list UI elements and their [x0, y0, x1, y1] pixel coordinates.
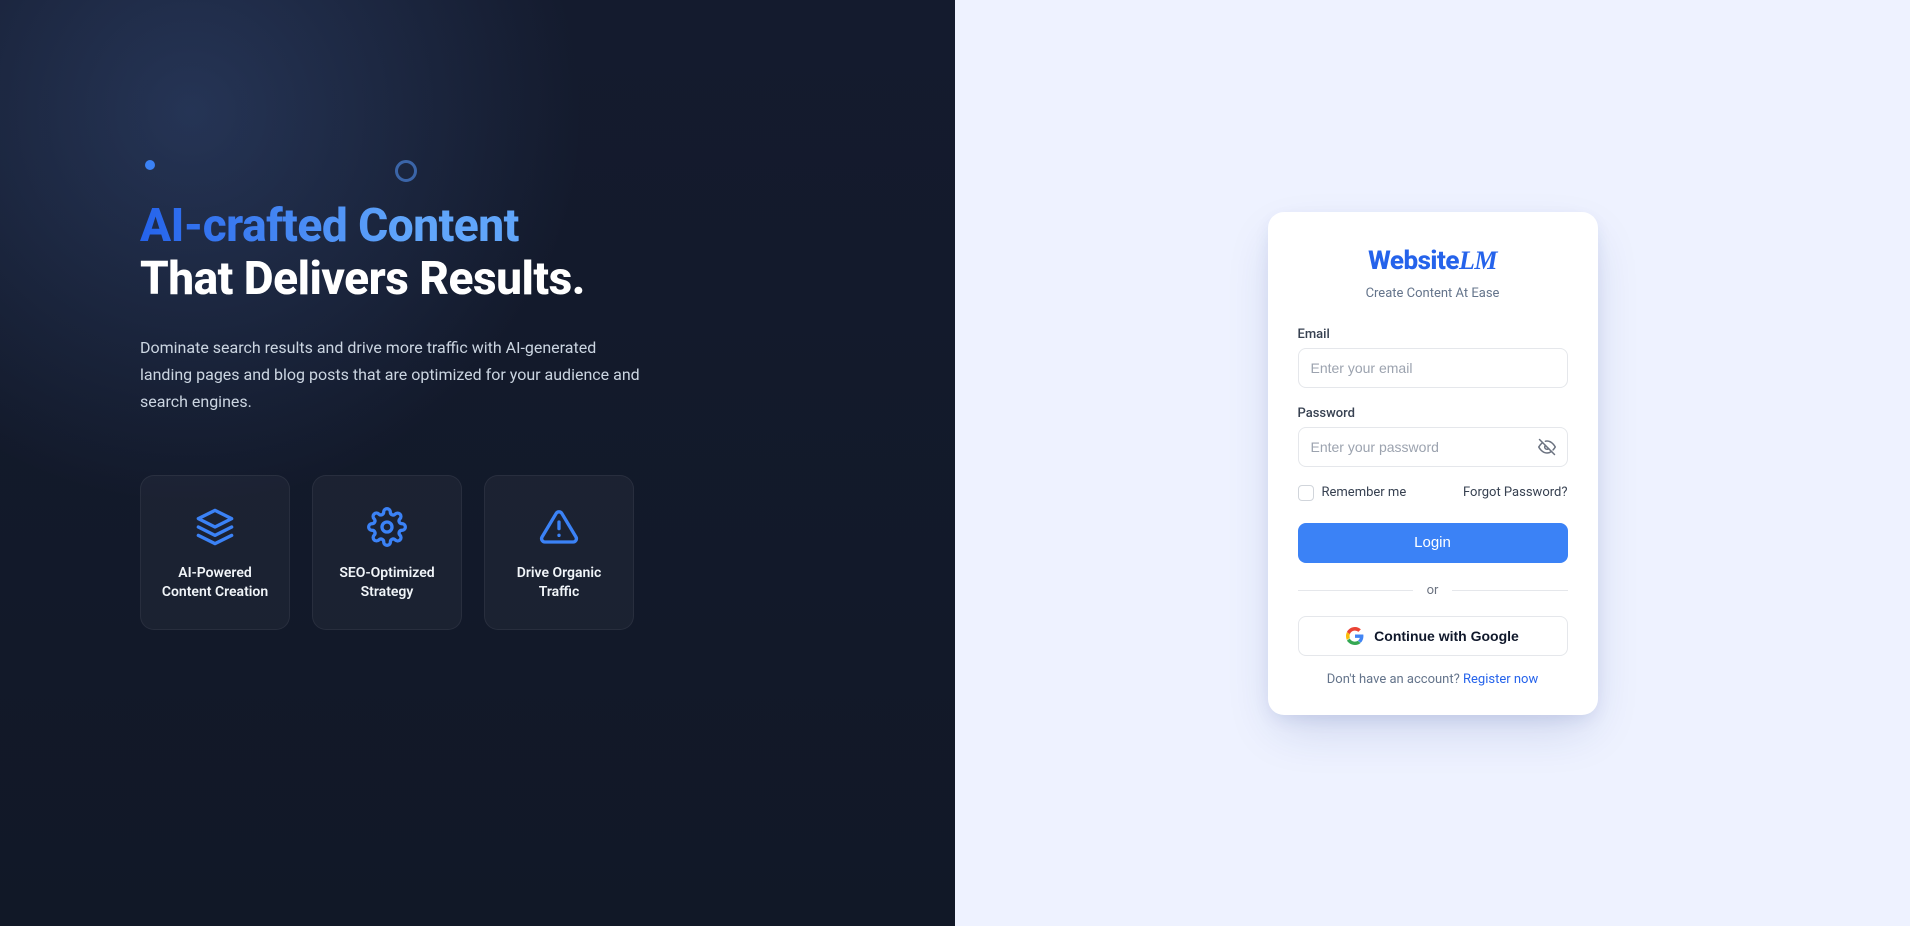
login-card: WebsiteLM Create Content At Ease Email P…: [1268, 212, 1598, 715]
remember-label: Remember me: [1322, 485, 1407, 500]
hero-subtext: Dominate search results and drive more t…: [140, 334, 640, 416]
feature-card-content-creation: AI-Powered Content Creation: [140, 475, 290, 630]
login-button[interactable]: Login: [1298, 523, 1568, 563]
alert-triangle-icon: [536, 504, 582, 550]
brand-tagline: Create Content At Ease: [1298, 286, 1568, 301]
email-label: Email: [1298, 327, 1568, 342]
google-button-label: Continue with Google: [1374, 628, 1519, 644]
brand-text-main: Website: [1368, 246, 1459, 276]
brand-text-lm: LM: [1459, 246, 1497, 275]
remember-checkbox[interactable]: [1298, 485, 1314, 501]
divider: or: [1298, 583, 1568, 598]
gear-icon: [364, 504, 410, 550]
divider-or: or: [1427, 583, 1439, 598]
continue-with-google-button[interactable]: Continue with Google: [1298, 616, 1568, 656]
headline-plain: That Delivers Results.: [140, 252, 585, 306]
feature-card-seo-strategy: SEO-Optimized Strategy: [312, 475, 462, 630]
forgot-password-link[interactable]: Forgot Password?: [1463, 485, 1568, 500]
brand-logo: WebsiteLM: [1298, 246, 1568, 276]
decorative-circle: [395, 160, 417, 182]
layers-icon: [192, 504, 238, 550]
feature-card-organic-traffic: Drive Organic Traffic: [484, 475, 634, 630]
headline-accent: AI-crafted Content: [140, 199, 519, 253]
remember-me[interactable]: Remember me: [1298, 485, 1407, 501]
register-prompt: Don't have an account? Register now: [1298, 672, 1568, 687]
auth-panel: WebsiteLM Create Content At Ease Email P…: [955, 0, 1910, 926]
email-input[interactable]: [1298, 348, 1568, 388]
register-prompt-text: Don't have an account?: [1327, 672, 1463, 687]
divider-line: [1298, 590, 1413, 591]
hero-headline: AI-crafted Content That Delivers Results…: [140, 200, 865, 306]
feature-card-label: SEO-Optimized Strategy: [325, 564, 449, 602]
divider-line: [1452, 590, 1567, 591]
register-link[interactable]: Register now: [1463, 672, 1538, 687]
password-input[interactable]: [1298, 427, 1568, 467]
google-icon: [1346, 627, 1364, 645]
password-label: Password: [1298, 406, 1568, 421]
feature-card-label: AI-Powered Content Creation: [153, 564, 277, 602]
feature-card-label: Drive Organic Traffic: [497, 564, 621, 602]
eye-off-icon[interactable]: [1536, 436, 1558, 458]
decorative-dot: [145, 160, 155, 170]
hero-panel: AI-crafted Content That Delivers Results…: [0, 0, 955, 926]
feature-cards: AI-Powered Content Creation SEO-Optimize…: [140, 475, 865, 630]
